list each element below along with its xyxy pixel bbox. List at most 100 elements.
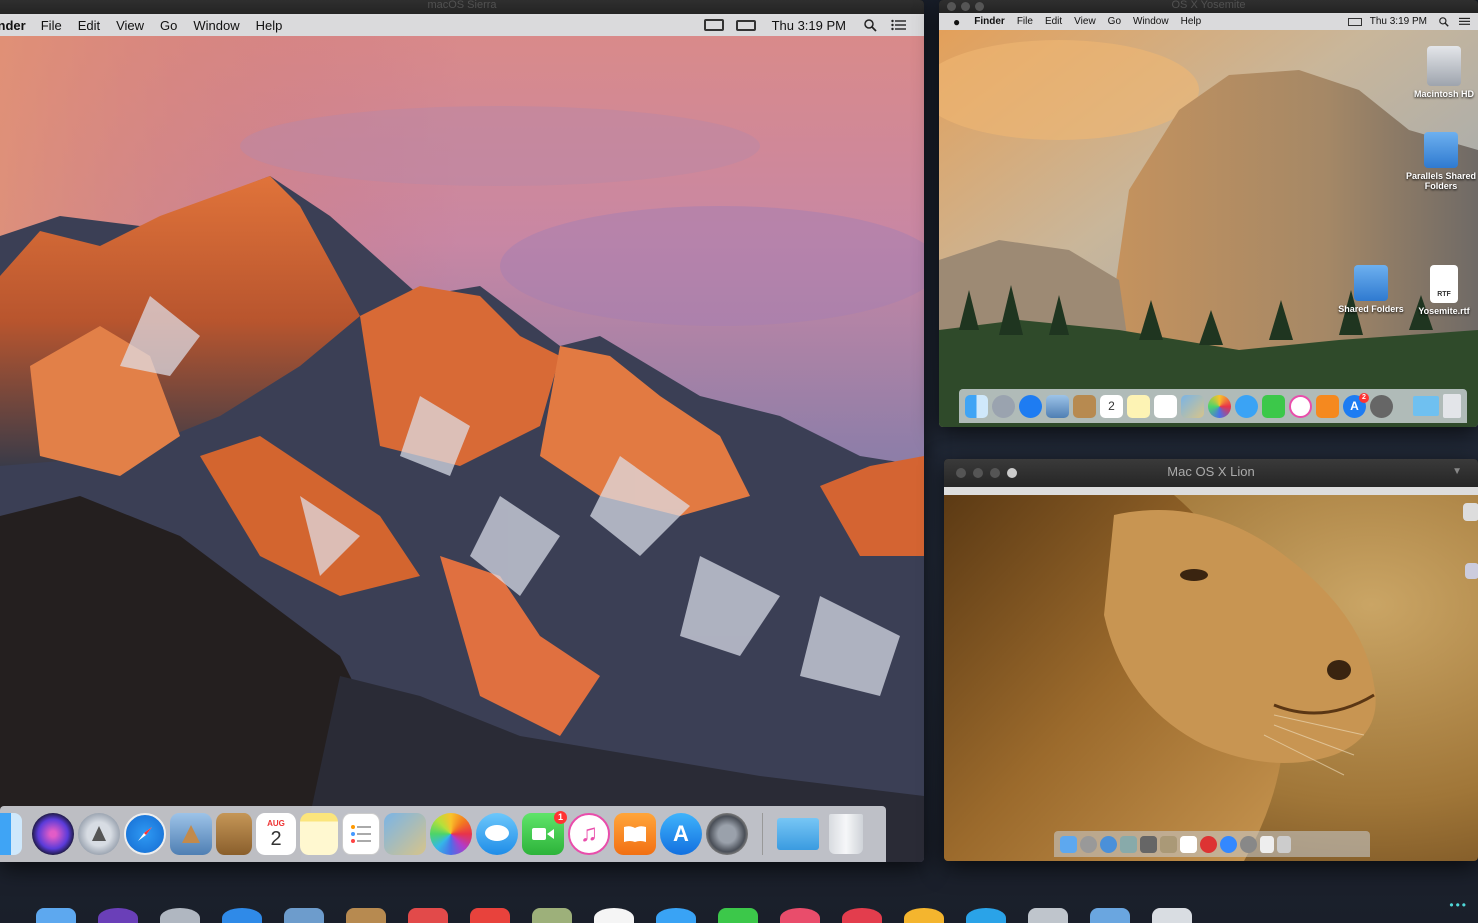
battery-icon[interactable] <box>735 19 756 31</box>
downloads-icon[interactable] <box>777 818 819 850</box>
desktop-item-macintosh-hd[interactable]: Macintosh HD <box>1409 46 1478 99</box>
contacts-icon[interactable] <box>1160 835 1177 853</box>
calendar-icon[interactable] <box>408 908 448 923</box>
reminders-icon[interactable] <box>532 908 572 923</box>
launchpad-icon[interactable] <box>1080 835 1097 853</box>
menu-finder[interactable]: Finder <box>974 16 1005 27</box>
desktop-item-drive[interactable] <box>1464 563 1478 582</box>
finder-icon[interactable] <box>36 908 76 923</box>
lion-window-controls[interactable] <box>956 468 1017 478</box>
reminders-icon[interactable] <box>1154 394 1177 418</box>
finder-icon[interactable] <box>0 813 22 855</box>
facetime-icon[interactable] <box>1262 394 1285 418</box>
reminders-icon[interactable] <box>342 813 380 855</box>
sierra-clock[interactable]: Thu 3:19 PM <box>772 18 846 33</box>
safari-icon[interactable] <box>222 908 262 923</box>
menu-edit[interactable]: Edit <box>1045 16 1062 27</box>
itunes-icon[interactable] <box>1200 835 1217 853</box>
trash-icon[interactable] <box>829 814 863 854</box>
menu-go[interactable]: Go <box>1108 16 1121 27</box>
contacts-icon[interactable] <box>346 908 386 923</box>
facetime-icon[interactable]: 1 <box>522 811 567 855</box>
safari-icon[interactable] <box>1019 394 1042 418</box>
menu-view[interactable]: View <box>116 18 144 33</box>
ibooks-icon[interactable] <box>1316 394 1339 418</box>
trash-icon[interactable] <box>1443 394 1461 418</box>
safari-icon[interactable] <box>1100 835 1117 853</box>
close-button[interactable] <box>947 2 956 11</box>
menu-help[interactable]: Help <box>256 18 283 33</box>
desktop-item-parallels-shared-folders[interactable]: Parallels Shared Folders <box>1404 132 1478 191</box>
itunes-icon[interactable] <box>780 908 820 923</box>
photos-icon[interactable] <box>594 908 634 923</box>
folder-icon[interactable] <box>1090 908 1130 923</box>
close-button[interactable] <box>956 468 966 478</box>
finder-icon[interactable] <box>1060 835 1077 853</box>
facetime-icon[interactable] <box>718 908 758 923</box>
messages-icon[interactable] <box>1235 394 1258 418</box>
contacts-icon[interactable] <box>216 813 252 855</box>
zoom-button[interactable] <box>990 468 1000 478</box>
trash-icon[interactable] <box>1152 908 1192 923</box>
notes-icon[interactable] <box>300 813 338 855</box>
mail-icon[interactable] <box>284 908 324 923</box>
menu-view[interactable]: View <box>1074 16 1096 27</box>
siri-icon[interactable] <box>32 813 74 855</box>
menu-help[interactable]: Help <box>1181 16 1202 27</box>
calendar-icon[interactable]: 2 <box>1100 394 1123 418</box>
mail-icon[interactable] <box>1120 835 1137 853</box>
system-preferences-icon[interactable] <box>1240 835 1257 853</box>
notes-icon[interactable] <box>470 908 510 923</box>
preview-icon[interactable] <box>384 813 426 855</box>
yosemite-title-bar[interactable]: OS X Yosemite <box>939 0 1478 14</box>
calendar-icon[interactable] <box>1180 835 1197 853</box>
menu-edit[interactable]: Edit <box>78 18 100 33</box>
menu-window[interactable]: Window <box>1133 16 1169 27</box>
downloads-icon[interactable] <box>1413 396 1439 416</box>
minimize-button[interactable] <box>961 2 970 11</box>
zoom-button[interactable] <box>975 2 984 11</box>
desktop-item-shared-folders[interactable]: Shared Folders <box>1334 265 1408 314</box>
notification-center-icon[interactable] <box>1459 17 1470 26</box>
ibooks-icon[interactable] <box>842 908 882 923</box>
siri-icon[interactable] <box>98 908 138 923</box>
preview-icon[interactable] <box>1181 394 1204 418</box>
lion-vm-window[interactable]: Mac OS X Lion ▼ <box>944 459 1478 861</box>
itunes-icon[interactable]: ♫ <box>568 813 610 855</box>
menu-window[interactable]: Window <box>193 18 239 33</box>
mail-icon[interactable] <box>170 813 212 855</box>
yosemite-vm-window[interactable]: OS X Yosemite ● Finder File Edit View Go… <box>939 0 1478 427</box>
facetime-icon[interactable] <box>1140 835 1157 853</box>
messages-icon[interactable] <box>656 908 696 923</box>
system-preferences-icon[interactable] <box>1370 394 1393 418</box>
launchpad-icon[interactable] <box>78 813 120 855</box>
app-store-icon[interactable] <box>1220 835 1237 853</box>
photos-icon[interactable] <box>1208 394 1231 418</box>
minimize-button[interactable] <box>973 468 983 478</box>
messages-icon[interactable] <box>476 813 518 855</box>
safari-icon[interactable] <box>124 813 166 855</box>
fullscreen-button[interactable] <box>1007 468 1017 478</box>
itunes-icon[interactable] <box>1289 394 1312 418</box>
yosemite-clock[interactable]: Thu 3:19 PM <box>1370 16 1427 27</box>
windows-icon[interactable] <box>1028 908 1068 923</box>
airplay-icon[interactable] <box>703 19 724 31</box>
desktop-item-hard-drive[interactable] <box>1462 503 1478 524</box>
spotlight-icon[interactable] <box>1439 16 1449 27</box>
calendar-icon[interactable]: AUG 2 <box>256 813 296 855</box>
sierra-vm-window[interactable]: macOS Sierra Finder File Edit View Go Wi… <box>0 0 924 862</box>
mail-icon[interactable] <box>1046 394 1069 418</box>
contacts-icon[interactable] <box>1073 394 1096 418</box>
launchpad-icon[interactable] <box>160 908 200 923</box>
notes-icon[interactable] <box>1127 394 1150 418</box>
app-store-icon[interactable]: A <box>660 813 702 855</box>
trash-icon[interactable] <box>1277 835 1291 853</box>
menu-file[interactable]: File <box>1017 16 1033 27</box>
apple-icon[interactable]: ● <box>953 15 960 29</box>
launchpad-icon[interactable] <box>992 394 1015 418</box>
app-store-icon[interactable] <box>904 908 944 923</box>
battery-icon[interactable] <box>1347 17 1362 26</box>
photos-icon[interactable] <box>430 813 472 855</box>
spotlight-icon[interactable] <box>864 18 877 32</box>
chevron-down-icon[interactable]: ▼ <box>1452 459 1462 485</box>
